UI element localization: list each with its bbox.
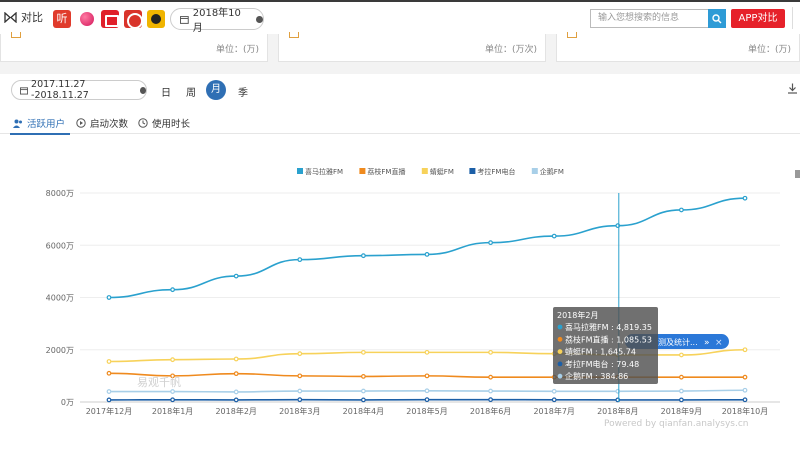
legend-label: 蜻蜓FM [430, 167, 454, 176]
data-point [233, 397, 239, 403]
close-icon: × [715, 338, 723, 348]
x-tick-label: 2018年2月 [215, 406, 256, 416]
data-point [361, 397, 366, 403]
watermark: 易观千帆 [137, 376, 181, 389]
x-tick-label: 2018年6月 [470, 406, 511, 416]
tooltip-row: 企鹅FM : 384.86 [565, 371, 628, 381]
legend-swatch [359, 168, 366, 174]
data-point [679, 352, 684, 358]
data-point [361, 388, 366, 394]
legend-scroll-icon[interactable] [795, 170, 800, 178]
x-tick-label: 2018年8月 [597, 406, 638, 416]
data-point [679, 388, 684, 394]
x-tick-label: 2018年5月 [406, 406, 447, 416]
data-point [488, 349, 494, 355]
y-tick-label: 8000万 [46, 189, 74, 198]
data-point [170, 397, 176, 403]
data-point [297, 351, 303, 357]
data-point [361, 373, 366, 379]
legend-label: 荔枝FM直播 [367, 167, 405, 176]
x-tick-label: 2018年7月 [533, 406, 574, 416]
legend-label: 考拉FM电台 [477, 167, 515, 176]
double-chevron-icon: » [704, 338, 710, 348]
y-tick-label: 2000万 [46, 346, 74, 355]
data-point [488, 388, 494, 394]
tooltip-marker [557, 324, 563, 330]
data-point [742, 397, 748, 403]
data-point [297, 373, 303, 379]
data-point [551, 233, 557, 239]
data-point [488, 240, 494, 246]
data-point [297, 257, 303, 263]
data-point [424, 349, 430, 355]
data-point [106, 295, 112, 300]
x-tick-label: 2017年12月 [86, 406, 133, 416]
y-tick-label: 4000万 [46, 294, 74, 303]
data-point [106, 359, 112, 364]
tooltip-marker [557, 349, 563, 354]
data-point [170, 389, 176, 394]
data-point [233, 371, 239, 377]
legend-swatch [469, 168, 476, 174]
tooltip-row: 蜻蜓FM : 1,645.74 [565, 347, 636, 357]
x-tick-label: 2018年10月 [722, 406, 769, 416]
legend-swatch [421, 168, 428, 174]
data-point [106, 370, 112, 376]
data-point [170, 357, 176, 363]
tooltip-row: 喜马拉雅FM : 4,819.35 [565, 322, 652, 332]
powered-by: Powered by qianfan.analysys.cn [604, 419, 749, 429]
data-point [742, 387, 748, 393]
data-point [233, 389, 239, 395]
legend-swatch [297, 168, 303, 174]
tooltip-row: 荔枝FM直播 : 1,085.53 [565, 334, 652, 344]
data-point [297, 388, 303, 394]
tooltip-marker [557, 336, 563, 342]
data-point [742, 347, 748, 353]
data-point [742, 195, 748, 201]
data-point [361, 349, 366, 355]
x-tick-label: 2018年3月 [279, 406, 320, 416]
data-point [488, 374, 494, 380]
tooltip-title: 2018年2月 [557, 310, 598, 320]
data-point [170, 287, 176, 293]
active-users-line-chart: 0万 2000万 4000万 6000万 8000万 2017年12月 2018年1月 201… [46, 167, 780, 416]
series-line [108, 197, 746, 299]
x-tick-label: 2018年9月 [661, 406, 702, 416]
tooltip-marker [557, 361, 563, 367]
y-tick-label: 6000万 [46, 241, 74, 250]
overlay-badge-text: 测及统计... [658, 337, 698, 347]
data-point [233, 356, 239, 362]
data-point [679, 374, 684, 380]
data-point [361, 253, 366, 259]
data-point [488, 397, 494, 403]
data-point [297, 397, 303, 403]
legend-label: 企鹅FM [540, 167, 564, 176]
data-point [551, 397, 557, 403]
data-point [424, 373, 430, 379]
data-point [679, 397, 684, 403]
data-point [742, 374, 748, 380]
tooltip-row: 考拉FM电台 : 79.48 [565, 359, 639, 369]
data-point [424, 397, 430, 403]
y-tick-label: 0万 [61, 398, 74, 407]
data-point [679, 207, 684, 213]
data-point [106, 397, 112, 403]
legend-label: 喜马拉雅FM [305, 167, 343, 176]
x-tick-label: 2018年1月 [152, 406, 193, 416]
data-point [424, 251, 430, 257]
data-point [233, 273, 239, 279]
tooltip-marker [557, 373, 563, 379]
legend-swatch [531, 168, 538, 174]
x-tick-label: 2018年4月 [343, 406, 384, 416]
data-point [551, 388, 557, 394]
data-point [424, 388, 430, 394]
data-point [106, 389, 112, 394]
